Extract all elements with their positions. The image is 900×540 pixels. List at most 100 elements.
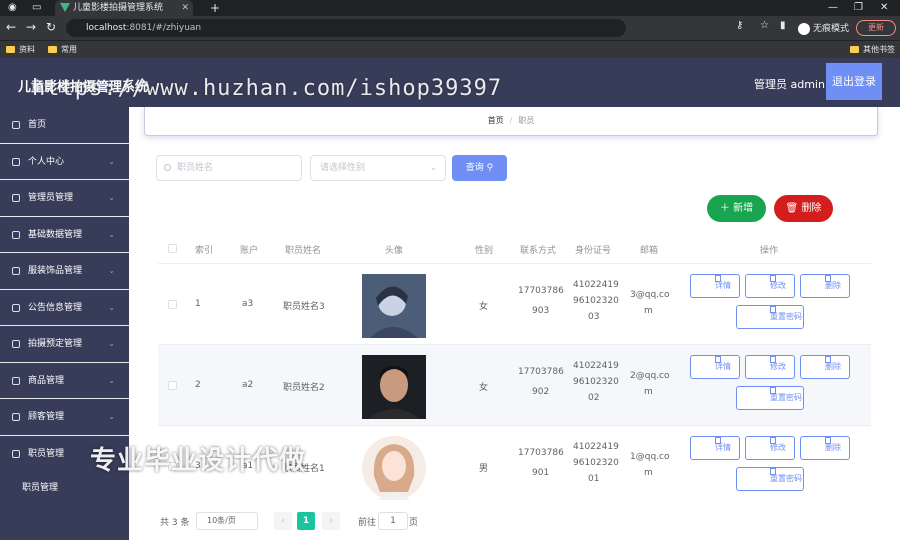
prev-page-button[interactable]: ‹ — [274, 512, 292, 530]
batch-delete-button[interactable]: 🗑 删除 — [774, 195, 833, 222]
delete-button[interactable]: 删除 — [800, 355, 850, 379]
key-icon[interactable]: ⚷ — [736, 20, 743, 31]
sidebar-item-customers[interactable]: 顾客管理 ⌄ — [0, 399, 129, 436]
tab-search-icon[interactable]: ▭ — [32, 0, 41, 16]
edit-label: 修改 — [770, 281, 786, 290]
col-header-name: 职员姓名 — [285, 246, 322, 256]
cell-idcard-line: 96102320 — [573, 377, 619, 387]
sidebar-item-products[interactable]: 商品管理 ⌄ — [0, 363, 129, 399]
sidebar-item-notices[interactable]: 公告信息管理 ⌄ — [0, 290, 129, 326]
bookmark-label: 常用 — [61, 45, 77, 54]
sidebar-item-costumes[interactable]: 服装饰品管理 ⌄ — [0, 253, 129, 290]
edit-button[interactable]: 修改 — [745, 436, 795, 460]
sidebar-item-label: 服装饰品管理 — [28, 266, 83, 276]
back-icon[interactable]: ← — [6, 20, 16, 34]
sidebar-item-admins[interactable]: 管理员管理 ⌄ — [0, 180, 129, 217]
browser-tab[interactable]: 儿童影楼拍摄管理系统 ✕ — [55, 0, 193, 16]
col-header-index: 索引 — [195, 246, 214, 256]
close-tab-icon[interactable]: ✕ — [181, 0, 189, 16]
bookmarks-bar: 资料 常用 其他书签 — [0, 40, 900, 58]
edit-button[interactable]: 修改 — [745, 274, 795, 298]
page-number-label: 1 — [302, 516, 310, 526]
gender-select-placeholder: 请选择性别 — [320, 163, 366, 173]
sidebar-subitem-label: 职员管理 — [22, 483, 59, 493]
page-size-select[interactable]: 10条/页 — [196, 512, 258, 530]
sidepanel-icon[interactable]: ▮ — [780, 20, 786, 31]
goto-label: 前往 — [358, 518, 377, 528]
staff-name-search-input[interactable]: 职员姓名 — [156, 155, 302, 181]
col-header-idcard: 身份证号 — [575, 246, 612, 256]
reload-icon[interactable]: ↻ — [46, 20, 56, 34]
sidebar-item-basic-data[interactable]: 基础数据管理 ⌄ — [0, 217, 129, 253]
address-bar-row: ← → ↻ localhost:8081/#/zhiyuan ⚷ ☆ ▮ 无痕模… — [0, 16, 900, 40]
goto-page-input[interactable]: 1 — [378, 512, 408, 530]
detail-button[interactable]: 详情 — [690, 355, 740, 379]
mail-icon — [12, 449, 20, 458]
reset-password-button[interactable]: 重置密码 — [736, 467, 804, 491]
cell-idcard-line: 03 — [588, 312, 600, 322]
row-checkbox[interactable] — [168, 381, 177, 390]
cell-email-line: 1@qq.co — [630, 452, 670, 462]
url-watermark: https://www.huzhan.com/ishop39397 — [32, 76, 503, 101]
search-icon: ⚲ — [486, 163, 494, 173]
breadcrumb-home[interactable]: 首页 — [488, 116, 504, 125]
query-button[interactable]: 查询 ⚲ — [452, 155, 507, 181]
col-header-account: 账户 — [240, 246, 259, 256]
cell-phone-line: 17703786 — [518, 367, 564, 377]
cell-idcard-line: 96102320 — [573, 296, 619, 306]
star-icon[interactable]: ☆ — [760, 20, 769, 31]
monitor-icon — [12, 194, 20, 202]
chevron-down-icon: ⌄ — [108, 412, 115, 421]
chevron-down-icon: ⌄ — [108, 229, 115, 239]
reset-password-button[interactable]: 重置密码 — [736, 305, 804, 329]
other-bookmarks-label: 其他书签 — [863, 45, 895, 54]
query-label: 查询 — [465, 163, 484, 173]
cell-idcard-line: 41022419 — [573, 361, 619, 371]
cell-phone-line: 903 — [532, 306, 550, 316]
maximize-icon[interactable]: ❐ — [854, 0, 863, 16]
other-bookmarks[interactable]: 其他书签 — [850, 44, 895, 55]
update-button[interactable]: 更新 — [856, 20, 896, 36]
select-all-checkbox[interactable] — [168, 244, 177, 253]
logout-button[interactable]: 退出登录 — [826, 63, 882, 100]
sidebar-item-home[interactable]: 首页 — [0, 107, 129, 144]
delete-label: 删除 — [825, 281, 841, 290]
incognito-indicator[interactable]: 无痕模式 — [798, 21, 849, 35]
row-checkbox[interactable] — [168, 300, 177, 309]
trash-icon: 🗑 — [785, 203, 799, 214]
sidebar-item-bookings[interactable]: 拍摄预定管理 ⌄ — [0, 326, 129, 363]
pagination-total: 共 3 条 — [160, 518, 190, 528]
delete-button[interactable]: 删除 — [800, 436, 850, 460]
bookmark-folder-1[interactable]: 常用 — [48, 44, 77, 55]
detail-label: 详情 — [715, 443, 731, 452]
chevron-down-icon: ⌄ — [108, 339, 115, 348]
reset-password-label: 重置密码 — [770, 474, 802, 483]
reset-password-label: 重置密码 — [770, 393, 802, 402]
detail-button[interactable]: 详情 — [690, 436, 740, 460]
gender-select[interactable]: 请选择性别 ⌄ — [310, 155, 446, 181]
page-number-current[interactable]: 1 — [297, 512, 315, 530]
reset-password-button[interactable]: 重置密码 — [736, 386, 804, 410]
sidebar-item-profile[interactable]: 个人中心 ⌄ — [0, 144, 129, 180]
cell-index: 1 — [195, 299, 201, 309]
chrome-menu-icon[interactable]: ◉ — [8, 0, 17, 16]
new-tab-icon[interactable]: + — [210, 0, 220, 16]
delete-button[interactable]: 删除 — [800, 274, 850, 298]
forward-icon[interactable]: → — [26, 20, 36, 34]
search-placeholder: 职员姓名 — [177, 163, 214, 173]
url-input[interactable]: localhost:8081/#/zhiyuan — [66, 19, 626, 37]
minimize-icon[interactable]: — — [828, 0, 838, 16]
bookmark-folder-0[interactable]: 资料 — [6, 44, 35, 55]
detail-button[interactable]: 详情 — [690, 274, 740, 298]
avatar — [362, 355, 426, 419]
next-page-button[interactable]: › — [322, 512, 340, 530]
folder-icon — [48, 46, 57, 53]
edit-button[interactable]: 修改 — [745, 355, 795, 379]
edit-label: 修改 — [770, 443, 786, 452]
url-host: localhost — [86, 23, 127, 33]
cell-phone-line: 902 — [532, 387, 550, 397]
cell-phone-line: 901 — [532, 468, 550, 478]
add-button[interactable]: ＋ 新增 — [707, 195, 766, 222]
close-window-icon[interactable]: ✕ — [880, 0, 888, 16]
breadcrumb: 首页 / 职员 — [144, 107, 878, 136]
